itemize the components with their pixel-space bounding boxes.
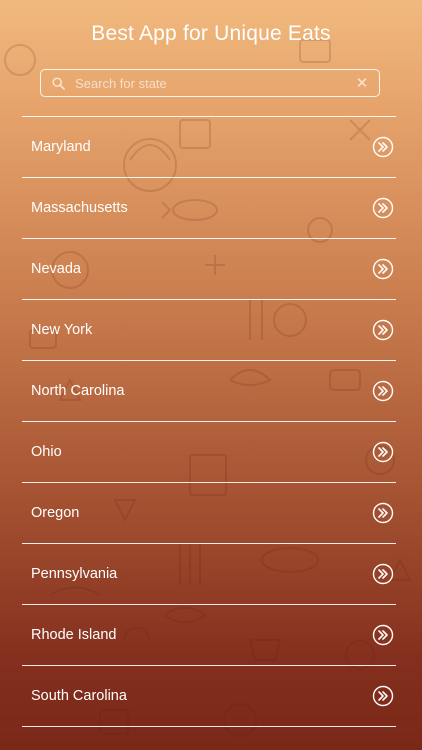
search-box[interactable]: ✕ xyxy=(40,69,380,97)
list-item-label: Ohio xyxy=(31,444,62,461)
list-item-label: Massachusetts xyxy=(31,200,128,217)
list-item-label: New York xyxy=(31,322,93,339)
list-item-label: Rhode Island xyxy=(31,627,117,644)
page-title: Best App for Unique Eats xyxy=(91,22,331,45)
app-header: Best App for Unique Eats ✕ xyxy=(0,0,422,97)
list-item[interactable]: New York xyxy=(22,300,396,360)
list-divider xyxy=(22,725,396,728)
list-item[interactable]: Maryland xyxy=(22,117,396,177)
double-chevron-right-icon[interactable] xyxy=(372,502,394,524)
list-item[interactable]: North Carolina xyxy=(22,361,396,421)
double-chevron-right-icon[interactable] xyxy=(372,441,394,463)
list-item[interactable]: Massachusetts xyxy=(22,178,396,238)
list-item-label: Pennsylvania xyxy=(31,566,118,583)
list-item-label: Oregon xyxy=(31,505,80,522)
double-chevron-right-icon[interactable] xyxy=(372,319,394,341)
double-chevron-right-icon[interactable] xyxy=(372,197,394,219)
double-chevron-right-icon[interactable] xyxy=(372,258,394,280)
list-item-label: Maryland xyxy=(31,139,91,156)
double-chevron-right-icon[interactable] xyxy=(372,380,394,402)
list-item[interactable]: Nevada xyxy=(22,239,396,299)
state-list: Maryland Massachusetts Nevada New York N… xyxy=(22,116,396,728)
double-chevron-right-icon[interactable] xyxy=(372,624,394,646)
list-item-label: North Carolina xyxy=(31,383,125,400)
double-chevron-right-icon[interactable] xyxy=(372,685,394,707)
list-item[interactable]: Pennsylvania xyxy=(22,544,396,604)
list-item[interactable]: Rhode Island xyxy=(22,605,396,665)
search-icon xyxy=(50,75,66,91)
double-chevron-right-icon[interactable] xyxy=(372,136,394,158)
list-item[interactable]: Ohio xyxy=(22,422,396,482)
clear-icon[interactable]: ✕ xyxy=(351,72,373,94)
list-item-label: Nevada xyxy=(31,261,81,278)
list-item[interactable]: South Carolina xyxy=(22,666,396,726)
double-chevron-right-icon[interactable] xyxy=(372,563,394,585)
search-input[interactable] xyxy=(66,70,351,96)
list-item[interactable]: Oregon xyxy=(22,483,396,543)
list-item-label: South Carolina xyxy=(31,688,127,704)
